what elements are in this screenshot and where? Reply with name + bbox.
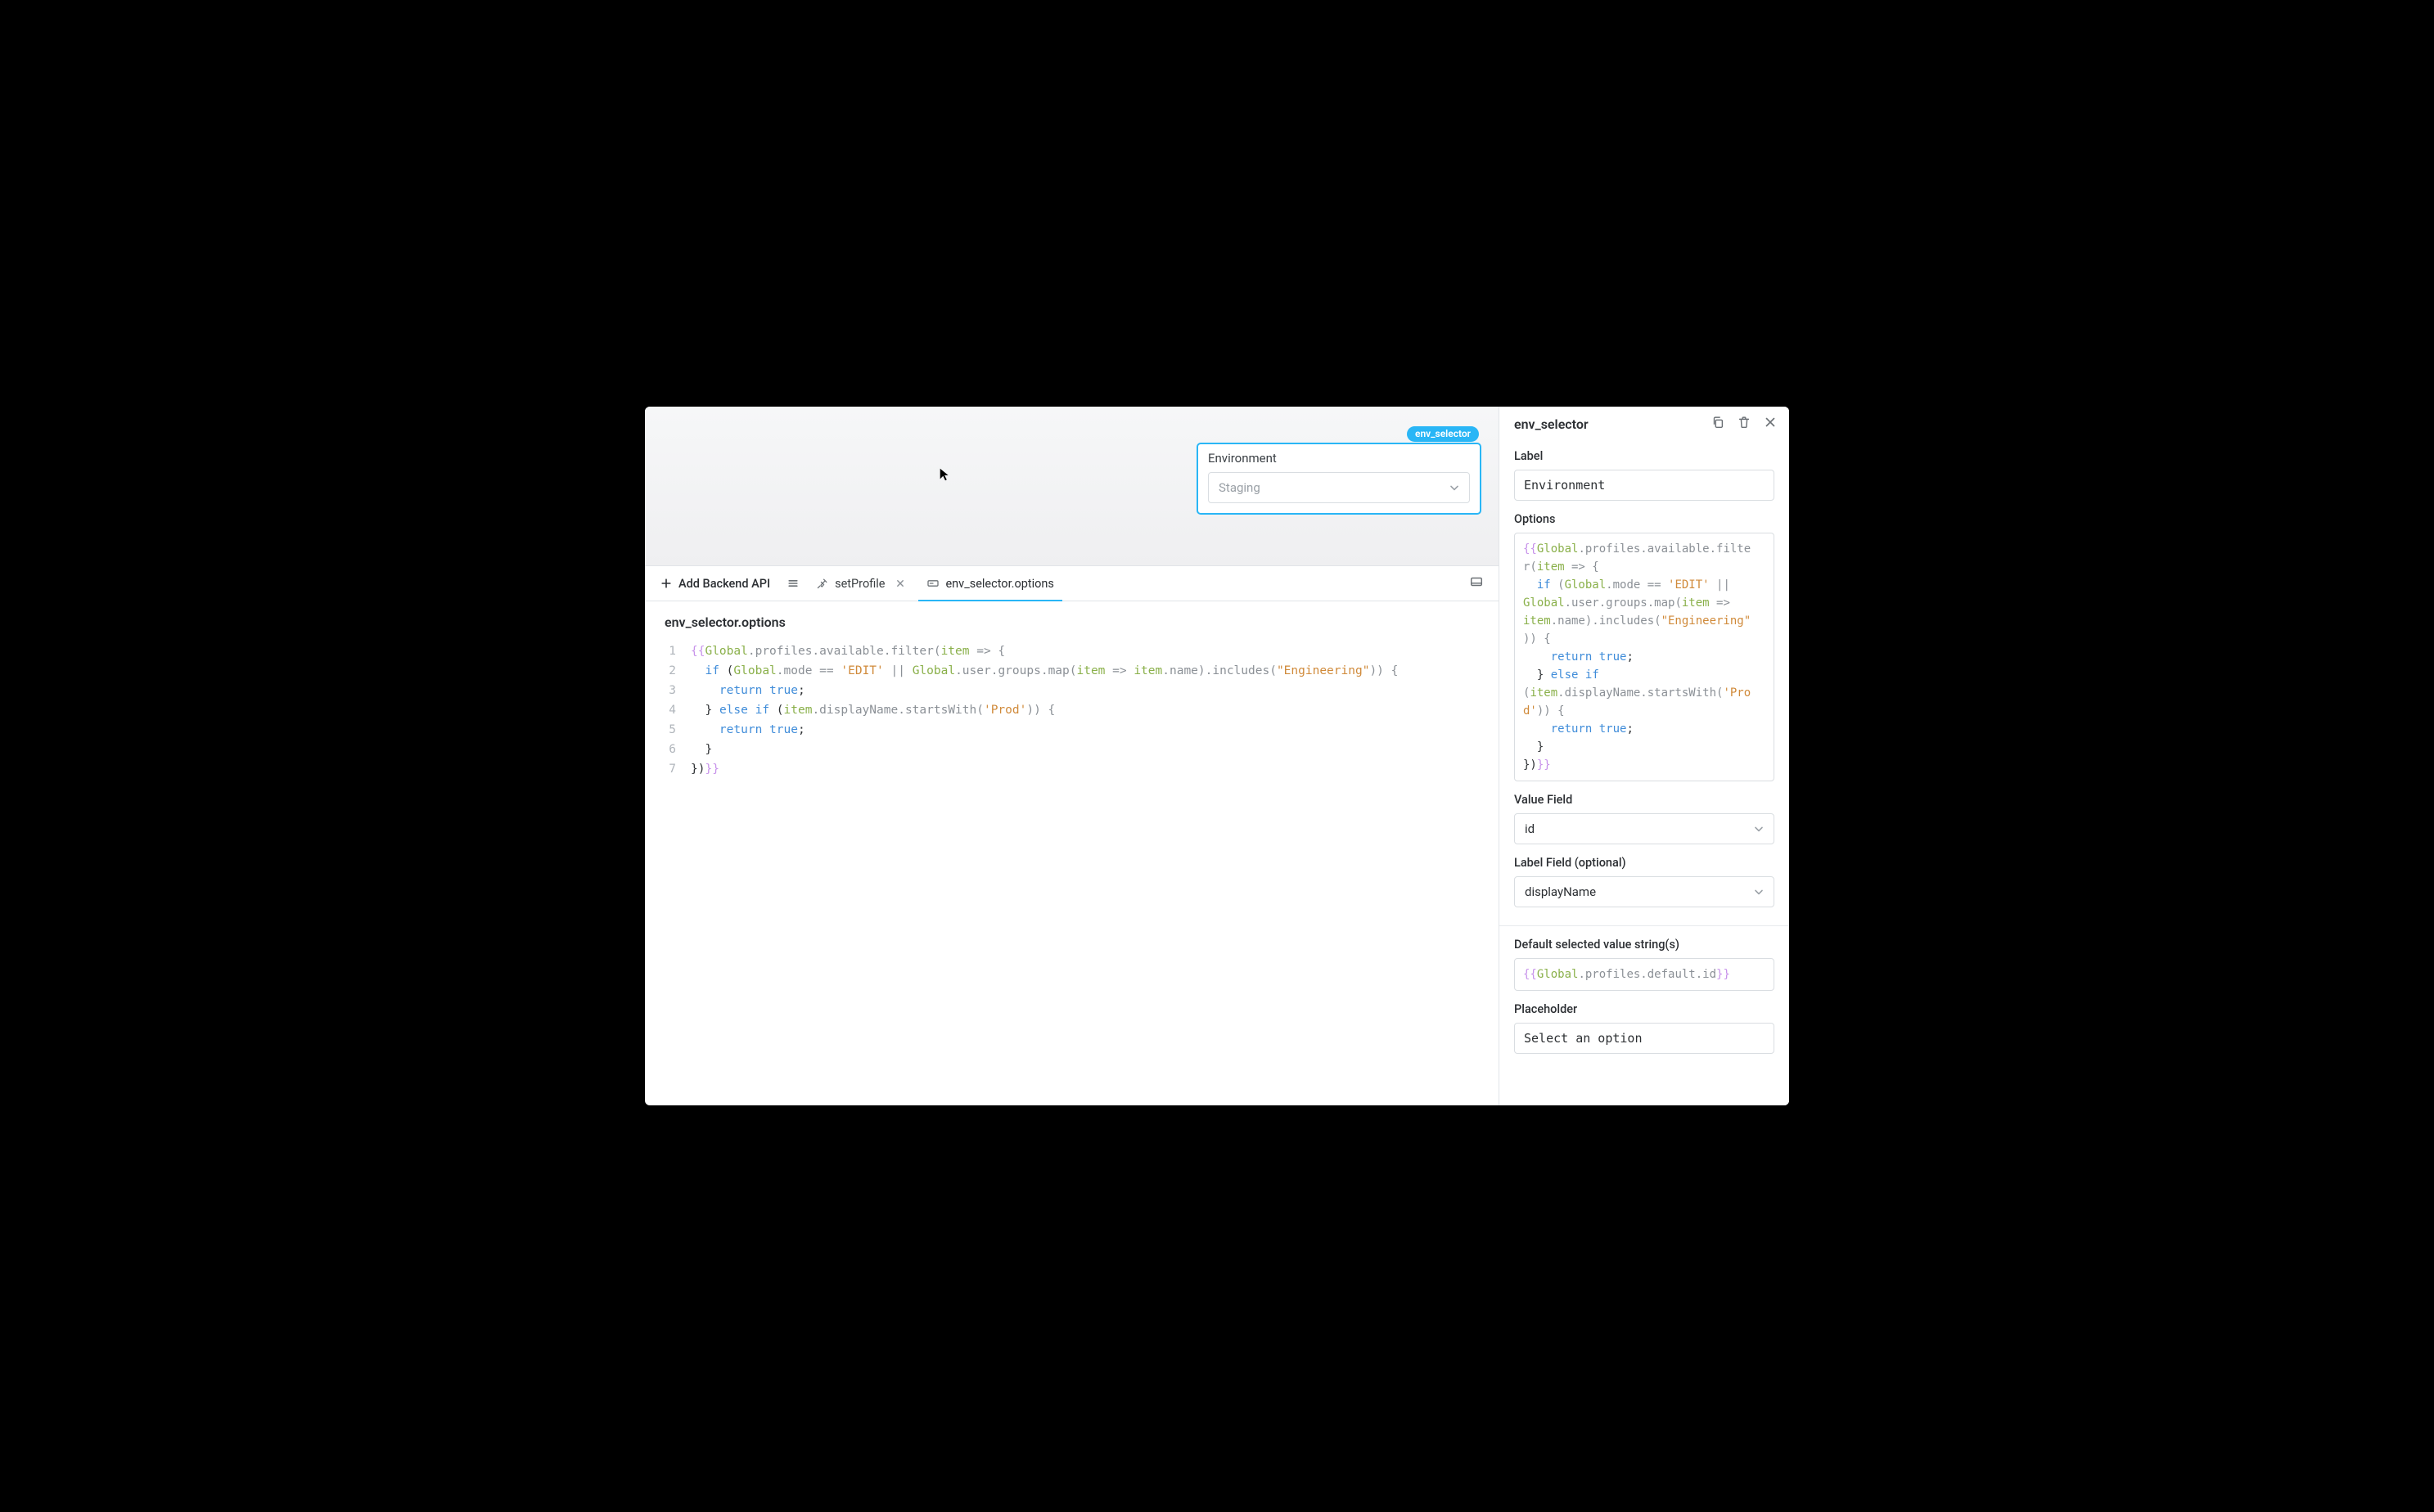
code-editor[interactable]: 1{{Global.profiles.available.filter(item… — [645, 638, 1499, 779]
value-field-select[interactable]: id — [1514, 813, 1774, 844]
chevron-down-icon — [1448, 481, 1461, 494]
chevron-down-icon — [1752, 885, 1765, 898]
sidebar-title: env_selector — [1514, 416, 1589, 432]
tab-env-selector-options[interactable]: env_selector.options — [918, 566, 1061, 601]
label-field-select[interactable]: displayName — [1514, 876, 1774, 907]
tab-setprofile-label: setProfile — [835, 577, 885, 591]
menu-icon — [787, 577, 800, 590]
default-value-input[interactable]: {{Global.profiles.default.id}} — [1514, 958, 1774, 991]
tab-env-selector-options-label: env_selector.options — [945, 577, 1053, 591]
editor-title: env_selector.options — [645, 614, 1499, 638]
close-sidebar-button[interactable] — [1763, 415, 1778, 433]
plus-icon — [660, 577, 673, 590]
line-number: 7 — [645, 759, 691, 779]
component-box: Environment Staging — [1197, 443, 1481, 515]
cursor-icon — [938, 467, 953, 482]
default-value-label: Default selected value string(s) — [1514, 938, 1774, 952]
sidebar-header: env_selector — [1499, 407, 1789, 441]
trash-icon — [1737, 415, 1751, 430]
line-number: 4 — [645, 700, 691, 720]
placeholder-input[interactable]: Select an option — [1514, 1023, 1774, 1054]
tabs-menu-button[interactable] — [782, 566, 805, 601]
component-select[interactable]: Staging — [1208, 472, 1470, 503]
line-number: 6 — [645, 740, 691, 759]
bottom-tabs-bar: Add Backend API setProfile — [645, 565, 1499, 601]
code-line-5: return true; — [691, 720, 805, 740]
label-field-label: Label — [1514, 449, 1774, 463]
main-column: env_selector Environment Staging Add Bac… — [645, 407, 1499, 1105]
add-backend-api-button[interactable]: Add Backend API — [651, 566, 778, 601]
canvas[interactable]: env_selector Environment Staging — [645, 407, 1499, 565]
code-line-1: {{Global.profiles.available.filter(item … — [691, 641, 1005, 661]
code-line-4: } else if (item.displayName.startsWith('… — [691, 700, 1055, 720]
env-selector-component[interactable]: env_selector Environment Staging — [1197, 443, 1481, 515]
input-icon — [926, 577, 940, 590]
code-editor-panel: env_selector.options 1{{Global.profiles.… — [645, 601, 1499, 1105]
delete-button[interactable] — [1737, 415, 1751, 433]
close-icon — [1763, 415, 1778, 430]
placeholder-label: Placeholder — [1514, 1002, 1774, 1016]
sidebar-divider — [1499, 925, 1789, 926]
line-number: 1 — [645, 641, 691, 661]
close-icon[interactable] — [894, 577, 907, 590]
component-badge: env_selector — [1407, 426, 1479, 442]
inspector-sidebar: env_selector Label Environment Options {… — [1499, 407, 1789, 1105]
plug-icon — [816, 577, 829, 590]
add-backend-api-label: Add Backend API — [678, 577, 770, 591]
tab-setprofile[interactable]: setProfile — [808, 566, 915, 601]
copy-button[interactable] — [1711, 415, 1725, 433]
label-field-opt-label: Label Field (optional) — [1514, 856, 1774, 870]
code-line-2: if (Global.mode == 'EDIT' || Global.user… — [691, 661, 1398, 681]
component-selected-value: Staging — [1219, 480, 1260, 495]
line-number: 2 — [645, 661, 691, 681]
line-number: 3 — [645, 681, 691, 700]
label-field-selected: displayName — [1525, 884, 1596, 899]
app-frame: env_selector Environment Staging Add Bac… — [645, 407, 1789, 1105]
value-field-label: Value Field — [1514, 793, 1774, 807]
code-line-7: })}} — [691, 759, 719, 779]
collapse-icon — [1469, 574, 1484, 589]
options-code-input[interactable]: {{Global.profiles.available.filte r(item… — [1514, 533, 1774, 781]
collapse-panel-button[interactable] — [1461, 574, 1492, 592]
label-input[interactable]: Environment — [1514, 470, 1774, 501]
component-label: Environment — [1208, 451, 1470, 466]
options-field-label: Options — [1514, 512, 1774, 526]
copy-icon — [1711, 415, 1725, 430]
line-number: 5 — [645, 720, 691, 740]
code-line-6: } — [691, 740, 712, 759]
code-line-3: return true; — [691, 681, 805, 700]
sidebar-body: Label Environment Options {{Global.profi… — [1499, 441, 1789, 1105]
chevron-down-icon — [1752, 822, 1765, 835]
value-field-selected: id — [1525, 821, 1535, 836]
